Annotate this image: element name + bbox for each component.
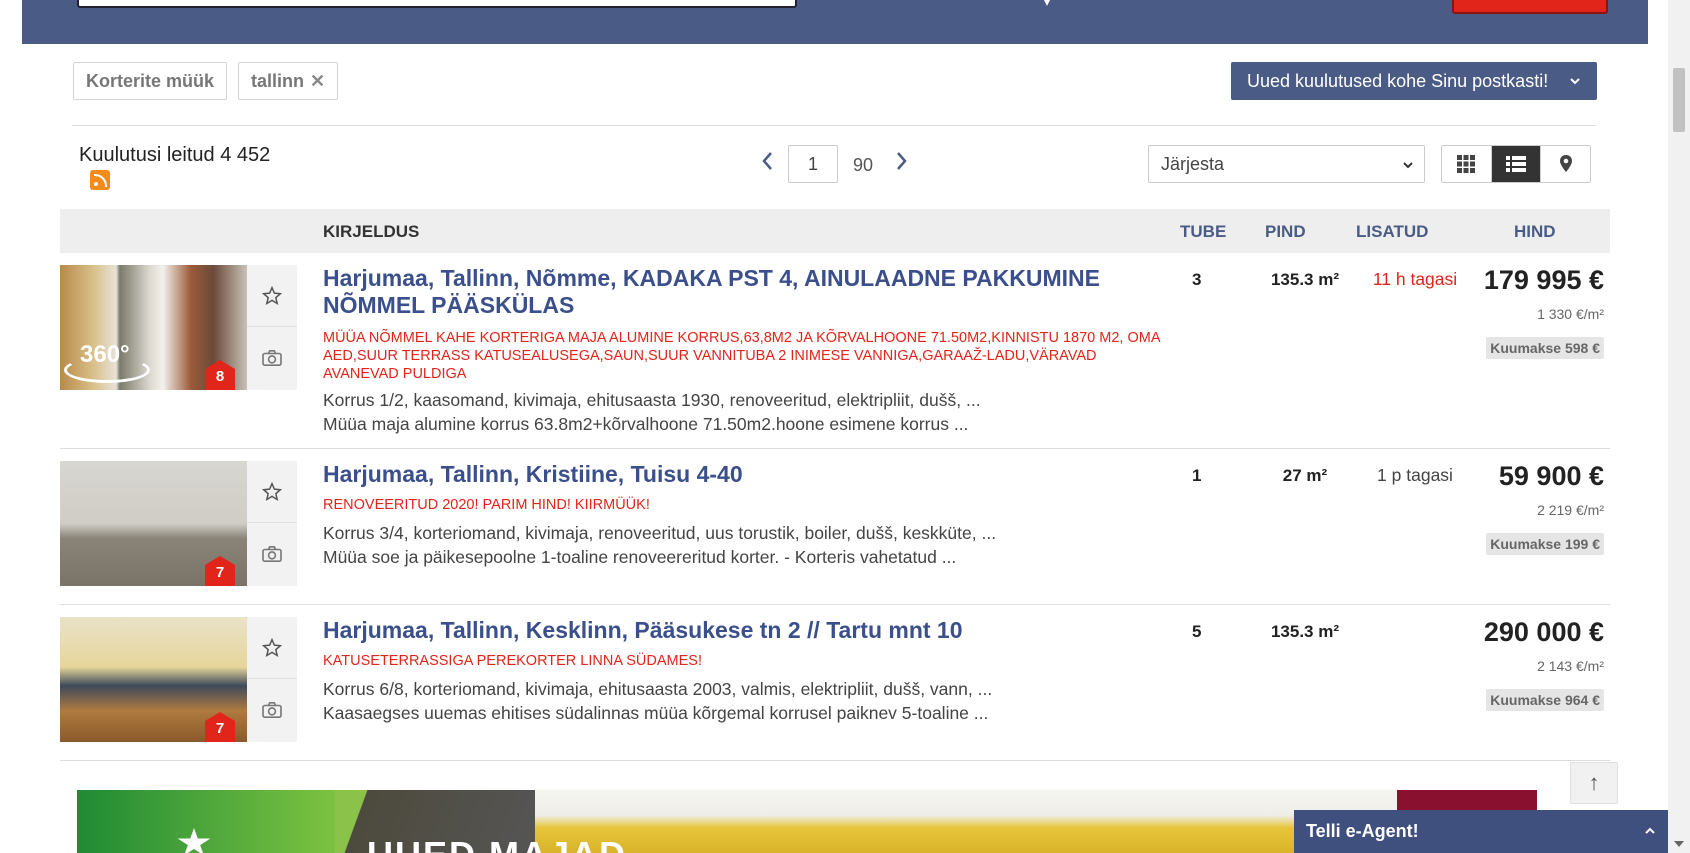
- listing-highlight: KATUSETERRASSIGA PEREKORTER LINNA SÜDAME…: [323, 653, 702, 669]
- email-alerts-label: Uued kuulutused kohe Sinu postkasti!: [1247, 71, 1549, 91]
- eagent-bar[interactable]: Telli e-Agent!: [1294, 810, 1668, 853]
- rss-icon[interactable]: [90, 170, 110, 190]
- header-price[interactable]: HIND: [1514, 222, 1556, 242]
- header-added[interactable]: LISATUD: [1356, 222, 1428, 242]
- listing-rooms: 1: [1192, 466, 1202, 485]
- filter-chip-city[interactable]: tallinn ✕: [238, 62, 339, 100]
- listing-photo[interactable]: 360° 8: [60, 265, 247, 390]
- sort-selected-value: Järjesta: [1161, 154, 1225, 174]
- scroll-down-arrow-icon[interactable]: [1674, 841, 1684, 847]
- listing-rooms: 3: [1192, 270, 1202, 289]
- chevron-right-icon: [897, 152, 907, 170]
- listing-actions: [247, 265, 297, 390]
- listing-summary: Müüa maja alumine korrus 63.8m2+kõrvalho…: [323, 414, 969, 434]
- monthly-payment-badge[interactable]: Kuumakse 964 €: [1486, 689, 1604, 711]
- listing-price-per-m2: 2 219 €/m²: [1537, 502, 1604, 518]
- star-icon: [262, 481, 282, 501]
- listing-added: 11 h tagasi: [1372, 269, 1458, 289]
- grid-icon: [1457, 155, 1476, 173]
- listing-area: 135.3 m²: [1270, 270, 1340, 289]
- search-input[interactable]: [77, 0, 797, 8]
- listing-summary: Kaasaegses uuemas ehitises südalinnas mü…: [323, 703, 989, 723]
- view-map-button[interactable]: [1541, 146, 1590, 182]
- sort-select[interactable]: Järjesta: [1148, 145, 1425, 183]
- view-grid-button[interactable]: [1442, 146, 1492, 182]
- listing-added: 1 p tagasi: [1377, 465, 1453, 485]
- listing-price-per-m2: 1 330 €/m²: [1537, 306, 1604, 322]
- camera-icon: [262, 701, 282, 719]
- next-page-button[interactable]: [895, 150, 909, 172]
- listing-price: 59 900 €: [1498, 461, 1604, 491]
- listing-rooms: 5: [1192, 622, 1202, 641]
- listing-row[interactable]: 7 Harjumaa, Tallinn, Kristiine, Tuisu 4-…: [60, 449, 1610, 605]
- star-icon: [262, 637, 282, 657]
- header-rooms[interactable]: TUBE: [1180, 222, 1226, 242]
- gallery-button[interactable]: [247, 327, 297, 389]
- listing-table-header: KIRJELDUS TUBE PIND LISATUD HIND: [60, 209, 1610, 253]
- search-button[interactable]: [1452, 0, 1608, 14]
- listing-photo[interactable]: 7: [60, 461, 247, 586]
- listing-title[interactable]: Harjumaa, Tallinn, Kristiine, Tuisu 4-40: [323, 461, 1143, 488]
- listing-summary: Müüa soe ja päikesepoolne 1-toaline reno…: [323, 547, 957, 567]
- scrollbar-thumb[interactable]: [1673, 68, 1685, 132]
- filter-chip-label: Korterite müük: [86, 71, 215, 91]
- camera-icon: [262, 349, 282, 367]
- chevron-down-icon: [1402, 146, 1414, 184]
- favorite-button[interactable]: [247, 617, 297, 679]
- map-pin-icon: [1559, 155, 1572, 172]
- list-icon: [1506, 156, 1526, 172]
- listing-price: 179 995 €: [1483, 265, 1604, 295]
- listing-photo[interactable]: 7: [60, 617, 247, 742]
- results-count: Kuulutusi leitud 4 452: [79, 144, 271, 166]
- listing-details: Korrus 3/4, korteriomand, kivimaja, reno…: [323, 523, 997, 543]
- listing-row[interactable]: 7 Harjumaa, Tallinn, Kesklinn, Pääsukese…: [60, 605, 1610, 761]
- listing-title[interactable]: Harjumaa, Tallinn, Nõmme, KADAKA PST 4, …: [323, 265, 1143, 319]
- scrollbar[interactable]: [1668, 0, 1690, 853]
- banner-text: UUED MAJAD: [367, 834, 627, 853]
- header-description[interactable]: KIRJELDUS: [323, 222, 419, 242]
- listing-row[interactable]: 360° 8 Harjumaa, Tallinn, Nõmme, KADAKA …: [60, 253, 1610, 449]
- listing-area: 27 m²: [1282, 466, 1328, 485]
- banner-green-panel: [77, 790, 335, 853]
- view-list-button[interactable]: [1491, 146, 1542, 182]
- star-icon: [262, 285, 282, 305]
- listing-highlight: MÜÜA NÕMMEL KAHE KORTERIGA MAJA ALUMINE …: [323, 330, 1160, 382]
- camera-icon: [262, 545, 282, 563]
- monthly-payment-badge[interactable]: Kuumakse 598 €: [1486, 337, 1604, 359]
- favorite-button[interactable]: [247, 461, 297, 523]
- divider: [72, 125, 1596, 126]
- previous-page-button[interactable]: [760, 150, 774, 172]
- back-to-top-button[interactable]: ↑: [1570, 762, 1618, 804]
- header-area[interactable]: PIND: [1265, 222, 1306, 242]
- close-icon[interactable]: ✕: [310, 71, 325, 91]
- listing-highlight: RENOVEERITUD 2020! PARIM HIND! KIIRMÜÜK!: [323, 497, 650, 513]
- filter-chip-category[interactable]: Korterite müük: [73, 62, 228, 100]
- listing-price: 290 000 €: [1483, 617, 1604, 647]
- search-band: [22, 0, 1648, 44]
- eagent-label: Telli e-Agent!: [1306, 821, 1419, 841]
- listing-details: Korrus 1/2, kaasomand, kivimaja, ehitusa…: [323, 390, 981, 410]
- panorama-360-badge: 360°: [80, 341, 130, 368]
- listing-details: Korrus 6/8, korteriomand, kivimaja, ehit…: [323, 679, 993, 699]
- listing-title[interactable]: Harjumaa, Tallinn, Kesklinn, Pääsukese t…: [323, 617, 1143, 644]
- view-mode-toggle: [1441, 145, 1591, 183]
- filter-chip-label: tallinn: [251, 71, 304, 91]
- listing-area: 135.3 m²: [1270, 622, 1340, 641]
- listing-actions: [247, 617, 297, 742]
- monthly-payment-badge[interactable]: Kuumakse 199 €: [1486, 533, 1604, 555]
- chevron-down-icon: [1569, 62, 1581, 101]
- page-total: 90: [853, 155, 874, 175]
- page-number-input[interactable]: 1: [788, 145, 838, 183]
- favorite-button[interactable]: [247, 265, 297, 327]
- listing-actions: [247, 461, 297, 586]
- email-alerts-button[interactable]: Uued kuulutused kohe Sinu postkasti!: [1231, 62, 1597, 100]
- location-pin-icon: [1044, 0, 1050, 6]
- gallery-button[interactable]: [247, 523, 297, 585]
- listing-price-per-m2: 2 143 €/m²: [1537, 658, 1604, 674]
- chevron-left-icon: [762, 152, 772, 170]
- chevron-up-icon: [1644, 810, 1656, 853]
- gallery-button[interactable]: [247, 679, 297, 741]
